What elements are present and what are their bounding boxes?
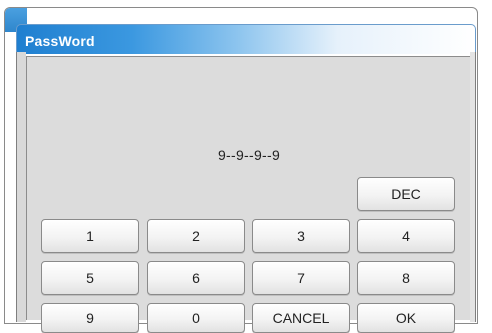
- dec-button[interactable]: DEC: [357, 177, 455, 211]
- password-display: 9--9--9--9: [217, 147, 281, 163]
- key-0-button[interactable]: 0: [147, 303, 245, 333]
- key-2-button[interactable]: 2: [147, 219, 245, 253]
- key-1-button[interactable]: 1: [41, 219, 139, 253]
- key-4-button[interactable]: 4: [357, 219, 455, 253]
- key-3-button[interactable]: 3: [252, 219, 350, 253]
- key-8-button[interactable]: 8: [357, 261, 455, 295]
- key-6-button[interactable]: 6: [147, 261, 245, 295]
- key-5-button[interactable]: 5: [41, 261, 139, 295]
- key-7-button[interactable]: 7: [252, 261, 350, 295]
- dialog-title: PassWord: [25, 33, 95, 49]
- dialog-left-border: [16, 52, 26, 322]
- dialog-title-bar[interactable]: PassWord: [16, 24, 476, 54]
- dialog-right-border: [470, 52, 476, 322]
- keypad-panel: 9--9--9--9 DEC 1 2 3 4 5 6 7 8 9 0 CANCE…: [26, 56, 470, 333]
- ok-button[interactable]: OK: [357, 303, 455, 333]
- key-9-button[interactable]: 9: [41, 303, 139, 333]
- password-dialog: PassWord 9--9--9--9 DEC 1 2 3 4 5 6 7 8 …: [16, 24, 476, 333]
- cancel-button[interactable]: CANCEL: [252, 303, 350, 333]
